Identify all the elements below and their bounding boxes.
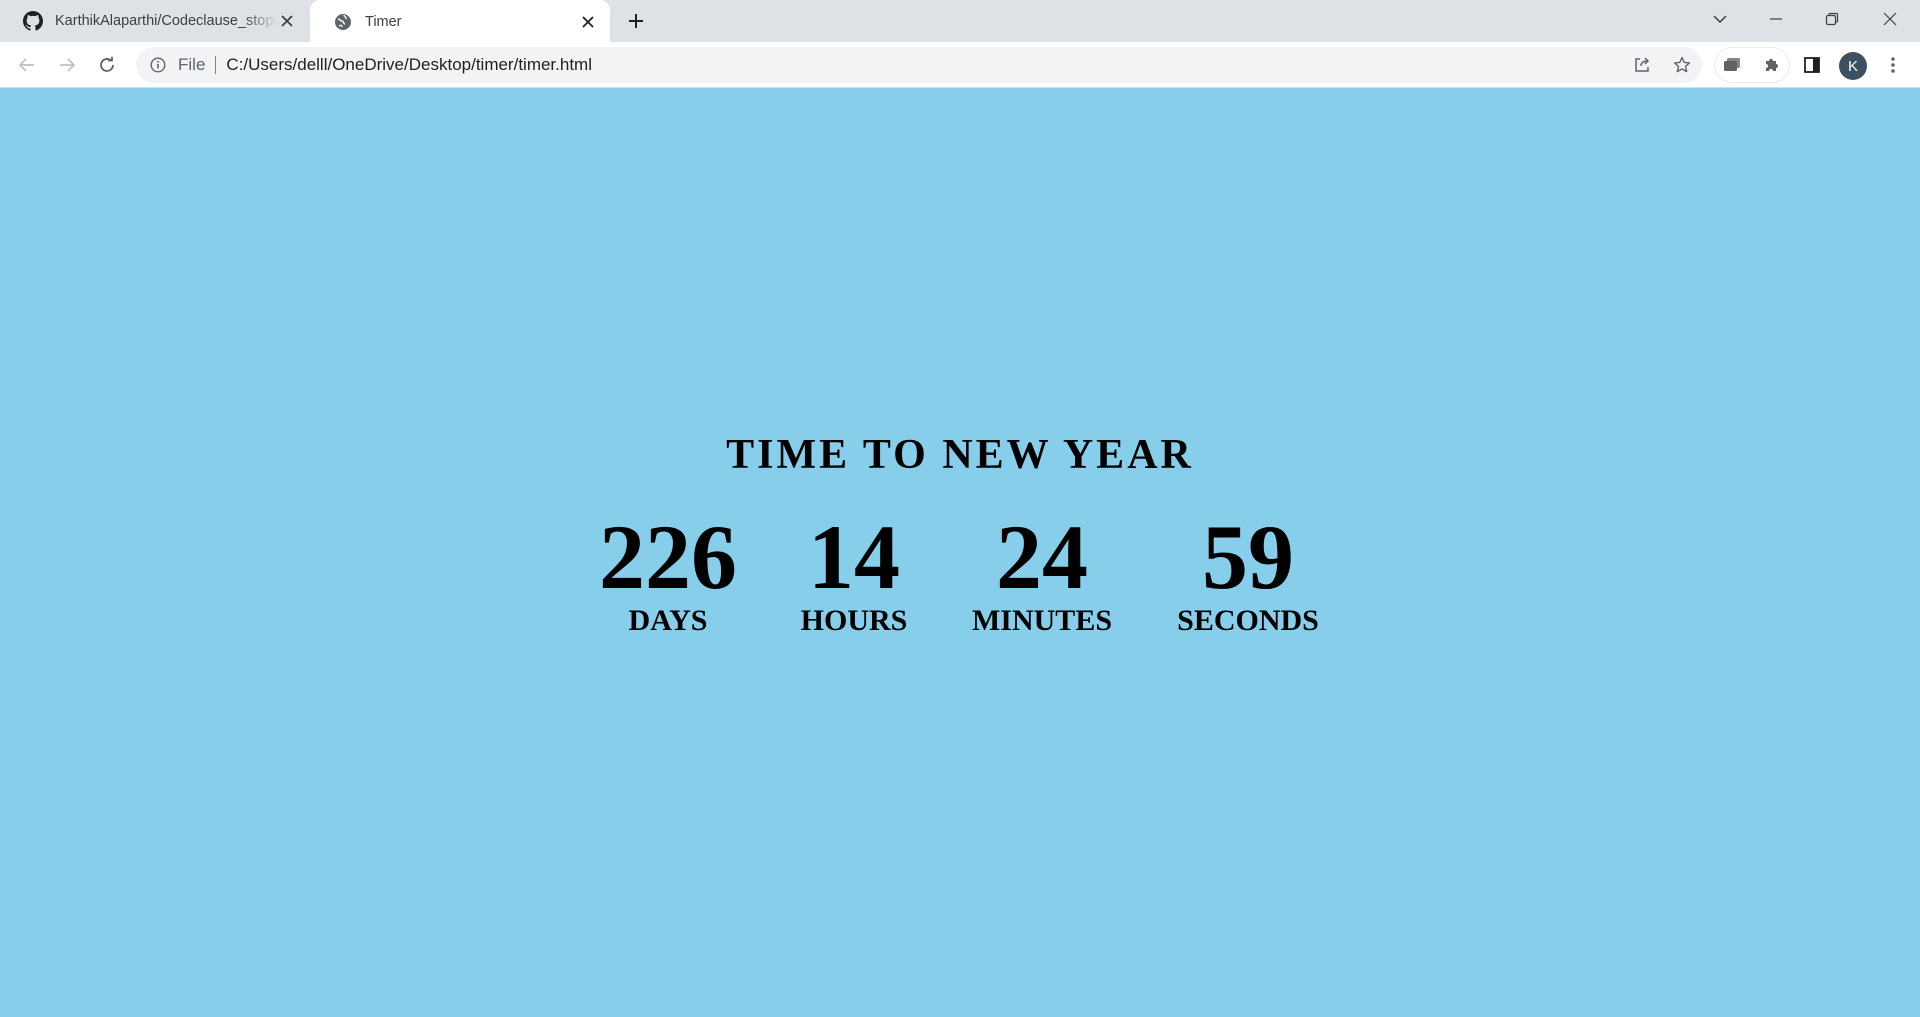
scheme-label: File xyxy=(178,55,206,74)
minutes-value: 24 xyxy=(996,506,1088,608)
seconds-value: 59 xyxy=(1202,506,1294,608)
restore-icon[interactable] xyxy=(1804,0,1860,38)
countdown-days: 226 DAYS xyxy=(568,510,768,638)
puzzle-icon[interactable] xyxy=(1757,50,1787,80)
side-panel-icon[interactable] xyxy=(1797,50,1827,80)
page-content: TIME TO NEW YEAR 226 DAYS 14 HOURS 24 MI… xyxy=(0,89,1920,1017)
globe-icon xyxy=(333,12,353,32)
seconds-label: SECONDS xyxy=(1177,604,1319,637)
hours-label: HOURS xyxy=(800,604,908,637)
profile-avatar[interactable]: K xyxy=(1839,52,1867,80)
reload-icon[interactable] xyxy=(92,50,122,80)
tab-title: Timer xyxy=(365,14,402,30)
close-icon[interactable] xyxy=(277,11,297,31)
tab-timer[interactable]: Timer xyxy=(310,0,610,44)
tab-strip: KarthikAlaparthi/Codeclause_stopwatch Ti… xyxy=(0,0,1920,44)
divider xyxy=(215,56,217,74)
days-value: 226 xyxy=(599,506,737,608)
page-title: TIME TO NEW YEAR xyxy=(726,432,1194,478)
kebab-menu-icon[interactable] xyxy=(1878,50,1908,80)
tab-title: KarthikAlaparthi/Codeclause_stopwatch xyxy=(55,13,277,29)
tab-github[interactable]: KarthikAlaparthi/Codeclause_stopwatch xyxy=(0,0,309,42)
countdown-seconds: 59 SECONDS xyxy=(1148,510,1348,638)
minutes-label: MINUTES xyxy=(971,604,1113,637)
hours-value: 14 xyxy=(808,506,900,608)
url-text[interactable]: C:/Users/delll/OneDrive/Desktop/timer/ti… xyxy=(226,55,592,75)
countdown-hours: 14 HOURS xyxy=(754,510,954,638)
share-icon[interactable] xyxy=(1630,53,1654,77)
close-window-icon[interactable] xyxy=(1862,0,1918,38)
bookmark-star-icon[interactable] xyxy=(1670,53,1694,77)
new-tab-button[interactable] xyxy=(624,9,648,33)
extension-chat-icon[interactable] xyxy=(1717,50,1747,80)
minimize-icon[interactable] xyxy=(1748,0,1804,38)
github-icon xyxy=(23,11,43,31)
close-icon[interactable] xyxy=(578,12,598,32)
days-label: DAYS xyxy=(628,604,708,637)
forward-arrow-icon[interactable] xyxy=(52,50,82,80)
back-arrow-icon[interactable] xyxy=(12,50,42,80)
countdown-minutes: 24 MINUTES xyxy=(942,510,1142,638)
address-bar[interactable]: File C:/Users/delll/OneDrive/Desktop/tim… xyxy=(136,47,1702,83)
browser-toolbar: File C:/Users/delll/OneDrive/Desktop/tim… xyxy=(0,42,1920,88)
info-icon[interactable] xyxy=(148,55,168,75)
tab-search-chevron-icon[interactable] xyxy=(1692,0,1748,38)
